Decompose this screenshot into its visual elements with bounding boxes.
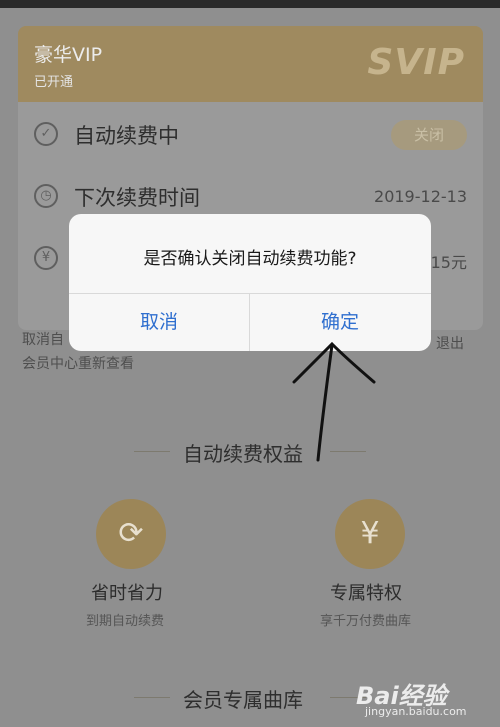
divider bbox=[330, 451, 366, 452]
benefit-desc: 享千万付费曲库 bbox=[320, 614, 412, 629]
divider bbox=[134, 451, 170, 452]
renew-amount: 15元 bbox=[430, 253, 467, 272]
confirm-dialog: 是否确认关闭自动续费功能? 取消 确定 bbox=[69, 214, 431, 351]
clock-icon: ◷ bbox=[34, 184, 58, 208]
benefit-title: 专属特权 bbox=[330, 583, 402, 604]
next-renew-label: 下次续费时间 bbox=[74, 186, 200, 210]
check-circle-icon: ✓ bbox=[34, 122, 58, 146]
yen-icon: ¥ bbox=[34, 246, 58, 270]
auto-renew-row: ✓ 自动续费中 关闭 bbox=[18, 108, 483, 164]
dialog-message: 是否确认关闭自动续费功能? bbox=[143, 249, 357, 269]
note-text-line2: 会员中心重新查看 bbox=[22, 356, 134, 372]
note-text-left: 取消自 bbox=[22, 332, 64, 348]
vip-header: 豪华VIP 已开通 SVIP bbox=[18, 26, 483, 102]
refresh-clock-icon: ⟳ bbox=[96, 499, 166, 569]
vip-title: 豪华VIP bbox=[34, 44, 103, 66]
status-bar bbox=[0, 0, 500, 8]
library-section-title: 会员专属曲库 bbox=[183, 688, 303, 712]
next-renew-date: 2019-12-13 bbox=[374, 187, 467, 206]
benefits-section-title: 自动续费权益 bbox=[183, 442, 303, 466]
benefit-desc: 到期自动续费 bbox=[86, 614, 165, 629]
yen-coin-icon: ¥ bbox=[335, 499, 405, 569]
confirm-button[interactable]: 确定 bbox=[250, 293, 430, 351]
vip-status: 已开通 bbox=[34, 75, 74, 90]
close-auto-renew-button[interactable]: 关闭 bbox=[391, 120, 467, 150]
benefit-title: 省时省力 bbox=[91, 583, 163, 604]
auto-renew-label: 自动续费中 bbox=[74, 124, 179, 148]
svip-logo: SVIP bbox=[367, 42, 465, 83]
cancel-button[interactable]: 取消 bbox=[69, 293, 249, 351]
watermark-site: jingyan.baidu.com bbox=[365, 705, 467, 718]
divider bbox=[134, 697, 170, 698]
note-text-right: 退出 bbox=[436, 336, 464, 352]
